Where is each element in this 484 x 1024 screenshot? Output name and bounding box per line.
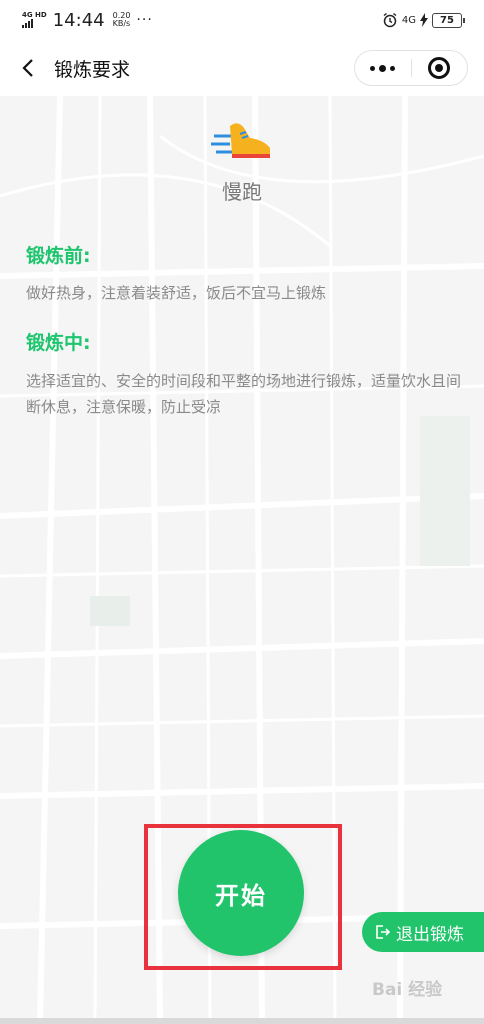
more-dot-icon: [370, 65, 376, 71]
battery-level: 75: [440, 14, 454, 26]
exit-button-label: 退出锻炼: [396, 924, 464, 945]
chevron-left-icon: [22, 59, 33, 77]
status-time: 14:44: [52, 9, 105, 31]
mini-program-capsule: [354, 50, 468, 86]
alarm-icon: [383, 12, 397, 28]
charging-icon: [420, 13, 428, 27]
battery-icon: 75: [432, 12, 465, 28]
network-speed: 0.20 KB/s: [113, 12, 131, 28]
running-shoe-icon: [211, 123, 270, 158]
during-exercise-title: 锻炼中:: [26, 332, 91, 354]
page-title: 锻炼要求: [54, 58, 131, 81]
baidu-watermark: Bai 经验: [372, 972, 472, 1002]
notification-dots: ···: [136, 12, 153, 28]
network-right: 4G: [401, 14, 416, 26]
activity-name: 慢跑: [222, 180, 262, 204]
more-dot-icon: [379, 64, 387, 72]
more-dot-icon: [390, 65, 396, 71]
close-mini-program-button[interactable]: [412, 57, 468, 79]
during-exercise-text: 选择适宜的、安全的时间段和平整的场地进行锻炼，适量饮水且间断休息，注意保暖，防止…: [26, 372, 462, 416]
back-button[interactable]: [16, 52, 40, 84]
exit-exercise-button[interactable]: 退出锻炼: [362, 912, 484, 952]
signal-icon: 4G HD: [22, 12, 47, 28]
network-tag: 4G HD: [22, 11, 47, 19]
bottom-strip: [0, 1018, 484, 1024]
before-exercise-text: 做好热身，注意着装舒适，饭后不宜马上锻炼: [26, 284, 327, 302]
more-button[interactable]: [355, 64, 411, 72]
target-close-icon: [428, 57, 451, 79]
start-button[interactable]: 开始: [178, 830, 304, 956]
watermark-text: Bai 经验: [372, 979, 443, 1000]
status-bar: 4G HD 14:44 0.20 KB/s ··· 4G 75: [0, 0, 484, 40]
exit-icon: [376, 925, 390, 939]
nav-bar: 锻炼要求: [0, 40, 484, 96]
speed-unit: KB/s: [112, 19, 131, 28]
before-exercise-title: 锻炼前:: [26, 245, 91, 267]
